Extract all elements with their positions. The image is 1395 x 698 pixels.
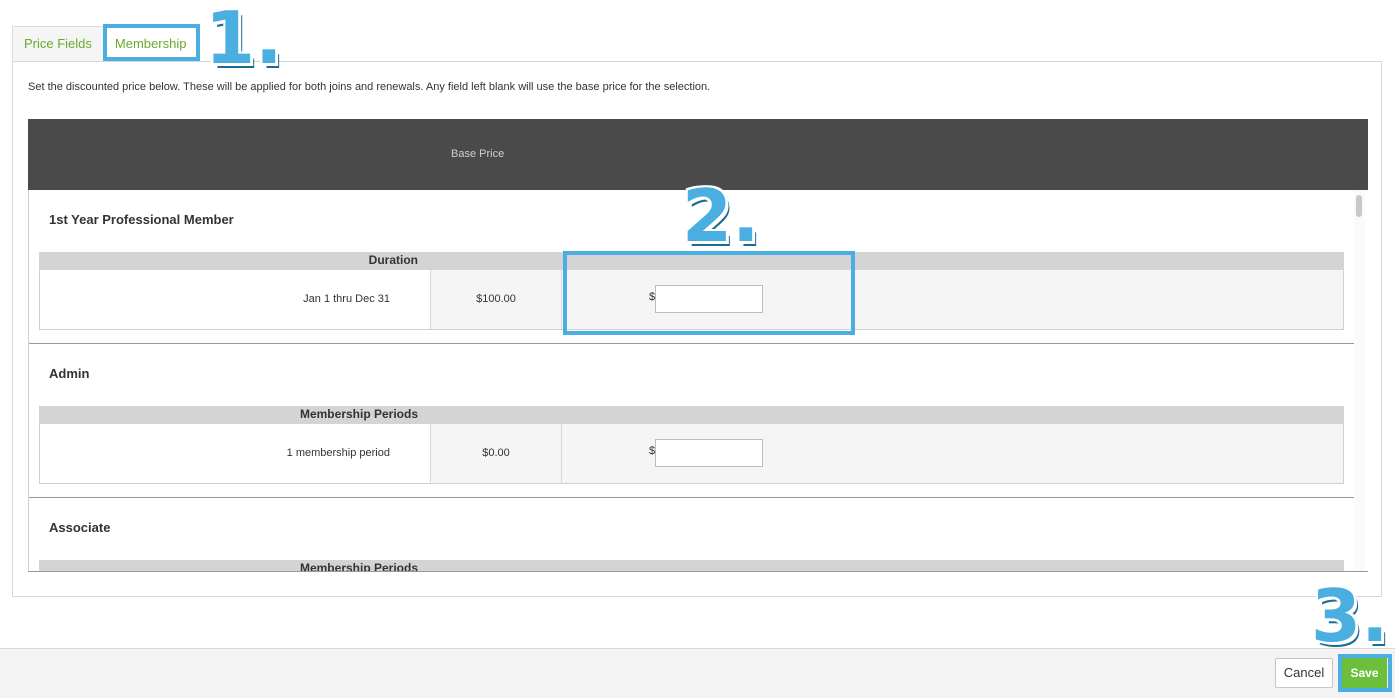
sub-header: Membership Periods [39, 560, 1344, 572]
annotation-box-tab [103, 24, 200, 61]
annotation-step-2: 2. [682, 174, 760, 258]
scrollbar[interactable] [1354, 190, 1365, 571]
footer-bar: Cancel Save [0, 648, 1395, 698]
sub-header-label: Membership Periods [299, 407, 418, 421]
row-base-price: $0.00 [431, 424, 562, 483]
group-admin: Admin Membership Periods 1 membership pe… [29, 344, 1355, 498]
annotation-box-input [563, 251, 855, 335]
group-title: 1st Year Professional Member [49, 212, 234, 227]
discount-price-input[interactable] [655, 439, 763, 467]
row-label: Jan 1 thru Dec 31 [40, 270, 431, 329]
row-base-price: $100.00 [431, 270, 562, 329]
intro-text: Set the discounted price below. These wi… [28, 81, 711, 93]
tab-price-fields[interactable]: Price Fields [12, 26, 104, 62]
base-price-header: Base Price [451, 148, 505, 160]
sub-header-label: Duration [368, 253, 418, 267]
annotation-box-save [1338, 654, 1392, 692]
cancel-button[interactable]: Cancel [1275, 658, 1333, 688]
annotation-step-3: 3. [1311, 574, 1389, 658]
table-row: 1 membership period $0.00 $ [39, 424, 1344, 484]
group-associate: Associate Membership Periods [29, 498, 1355, 572]
annotation-step-1: 1. [205, 0, 283, 80]
group-title: Admin [49, 366, 90, 381]
sub-header-label: Membership Periods [299, 561, 418, 572]
sub-header: Membership Periods [39, 406, 1344, 424]
row-label: 1 membership period [40, 424, 431, 483]
group-title: Associate [49, 520, 111, 535]
scrollbar-thumb[interactable] [1356, 195, 1362, 217]
